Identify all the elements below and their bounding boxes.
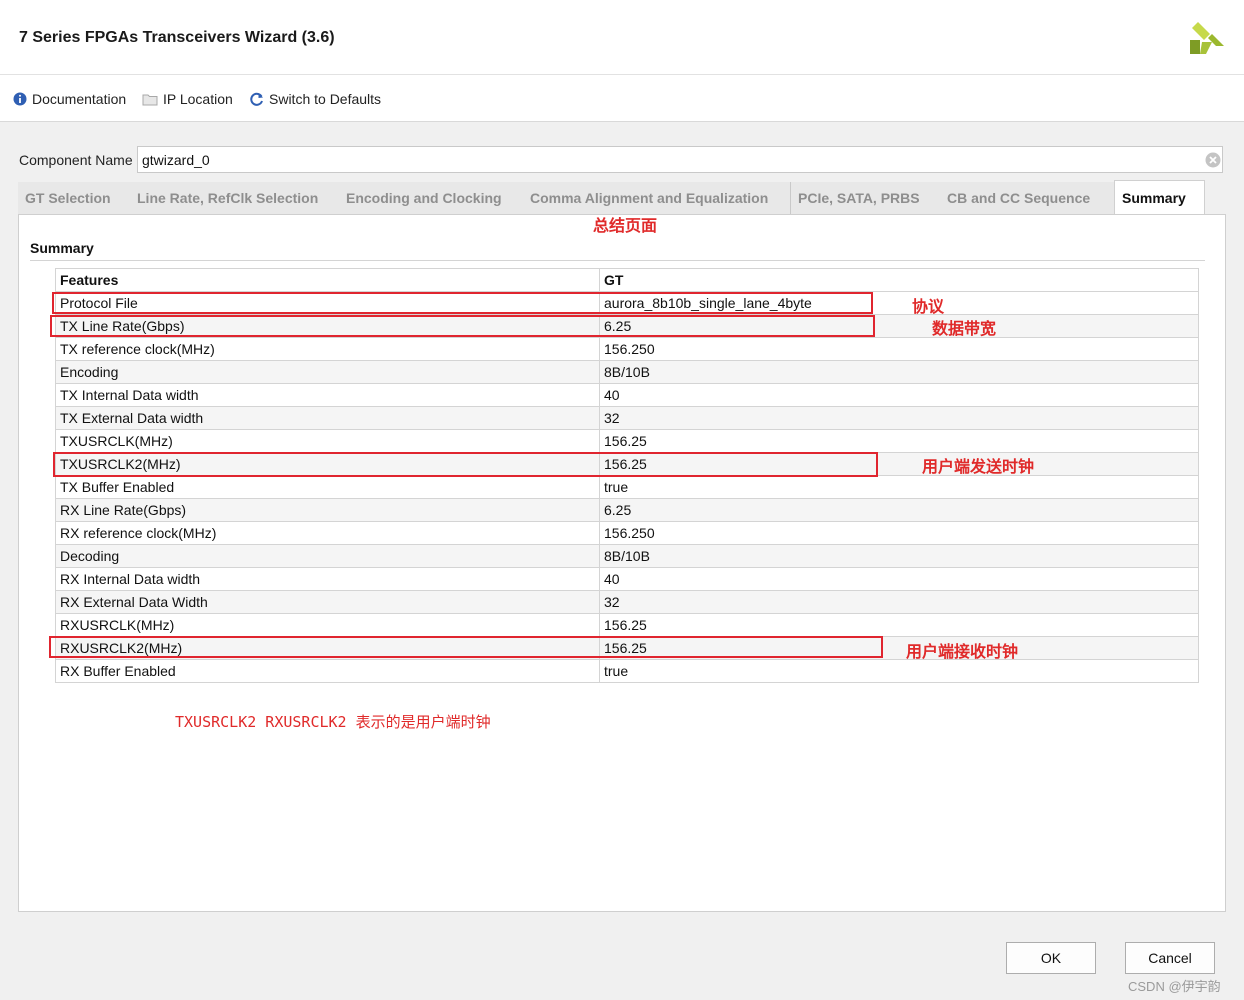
tab-encoding-clocking[interactable]: Encoding and Clocking [339,182,524,214]
ok-button[interactable]: OK [1006,942,1096,974]
value-cell: 40 [599,383,1199,407]
value-cell: 156.250 [599,521,1199,545]
summary-section-title: Summary [30,240,94,256]
table-row: RX reference clock(MHz) 156.250 [55,521,1199,545]
value-cell: 32 [599,406,1199,430]
xilinx-logo-icon [1190,22,1224,54]
table-row: RX External Data Width 32 [55,590,1199,614]
table-row: TX Internal Data width 40 [55,383,1199,407]
ip-location-button[interactable]: IP Location [142,90,233,108]
value-cell: 40 [599,567,1199,591]
documentation-button[interactable]: Documentation [13,90,126,108]
switch-to-defaults-button[interactable]: Switch to Defaults [249,90,381,108]
table-row: TX External Data width 32 [55,406,1199,430]
watermark: CSDN @伊宇韵 [1128,979,1221,994]
table-row: RXUSRCLK(MHz) 156.25 [55,613,1199,637]
feature-cell: RX reference clock(MHz) [55,521,600,545]
tab-summary[interactable]: Summary [1114,180,1205,215]
value-cell: 8B/10B [599,360,1199,384]
table-row: Encoding 8B/10B [55,360,1199,384]
tab-pcie-sata-prbs[interactable]: PCIe, SATA, PRBS [791,182,941,214]
value-cell: 6.25 [599,498,1199,522]
refresh-icon [250,92,263,106]
feature-cell: Decoding [55,544,600,568]
feature-cell: TX Buffer Enabled [55,475,600,499]
annotation-note: TXUSRCLK2 RXUSRCLK2 表示的是用户端时钟 [175,713,491,731]
switch-to-defaults-label: Switch to Defaults [269,91,382,107]
documentation-label: Documentation [32,91,127,107]
value-cell: true [599,475,1199,499]
highlight-protocol-file [52,292,873,314]
annotation-protocol: 协议 [912,297,945,316]
gt-column-header: GT [599,268,1199,292]
value-cell: 8B/10B [599,544,1199,568]
feature-cell: RX Line Rate(Gbps) [55,498,600,522]
features-column-header: Features [55,268,600,292]
value-cell: 32 [599,590,1199,614]
tab-cb-cc-sequence[interactable]: CB and CC Sequence [940,182,1115,214]
feature-cell: TX Internal Data width [55,383,600,407]
clear-input-icon[interactable] [1205,152,1221,168]
value-cell: true [599,659,1199,683]
table-header-row: Features GT [55,268,1199,292]
table-row: TX reference clock(MHz) 156.250 [55,337,1199,361]
cancel-button[interactable]: Cancel [1125,942,1215,974]
annotation-summary-page: 总结页面 [593,216,658,235]
value-cell: 156.25 [599,613,1199,637]
feature-cell: RX External Data Width [55,590,600,614]
info-icon [13,92,27,106]
feature-cell: RX Buffer Enabled [55,659,600,683]
section-divider [30,260,1205,261]
table-row: RX Line Rate(Gbps) 6.25 [55,498,1199,522]
annotation-user-rx-clock: 用户端接收时钟 [906,642,1019,661]
table-row: RX Buffer Enabled true [55,659,1199,683]
feature-cell: TXUSRCLK(MHz) [55,429,600,453]
folder-icon [142,94,158,106]
feature-cell: RX Internal Data width [55,567,600,591]
tab-comma-alignment[interactable]: Comma Alignment and Equalization [523,182,791,214]
component-name-input[interactable] [137,146,1223,173]
tab-bar: GT Selection Line Rate, RefClk Selection… [18,180,1226,216]
table-row: Decoding 8B/10B [55,544,1199,568]
value-cell: 156.25 [599,429,1199,453]
tab-gt-selection[interactable]: GT Selection [18,182,131,214]
feature-cell: Encoding [55,360,600,384]
annotation-user-tx-clock: 用户端发送时钟 [922,457,1035,476]
feature-cell: RXUSRCLK(MHz) [55,613,600,637]
table-row: RX Internal Data width 40 [55,567,1199,591]
ip-location-label: IP Location [163,91,233,107]
highlight-rxusrclk2 [49,636,883,658]
annotation-bandwidth: 数据带宽 [932,319,997,338]
window-title: 7 Series FPGAs Transceivers Wizard (3.6) [19,29,335,46]
feature-cell: TX External Data width [55,406,600,430]
highlight-txusrclk2 [53,452,878,477]
table-row: TX Buffer Enabled true [55,475,1199,499]
tab-line-rate-refclk[interactable]: Line Rate, RefClk Selection [130,182,341,214]
highlight-tx-line-rate [50,315,875,337]
table-row: TXUSRCLK(MHz) 156.25 [55,429,1199,453]
feature-cell: TX reference clock(MHz) [55,337,600,361]
component-name-label: Component Name [19,152,133,168]
value-cell: 156.250 [599,337,1199,361]
